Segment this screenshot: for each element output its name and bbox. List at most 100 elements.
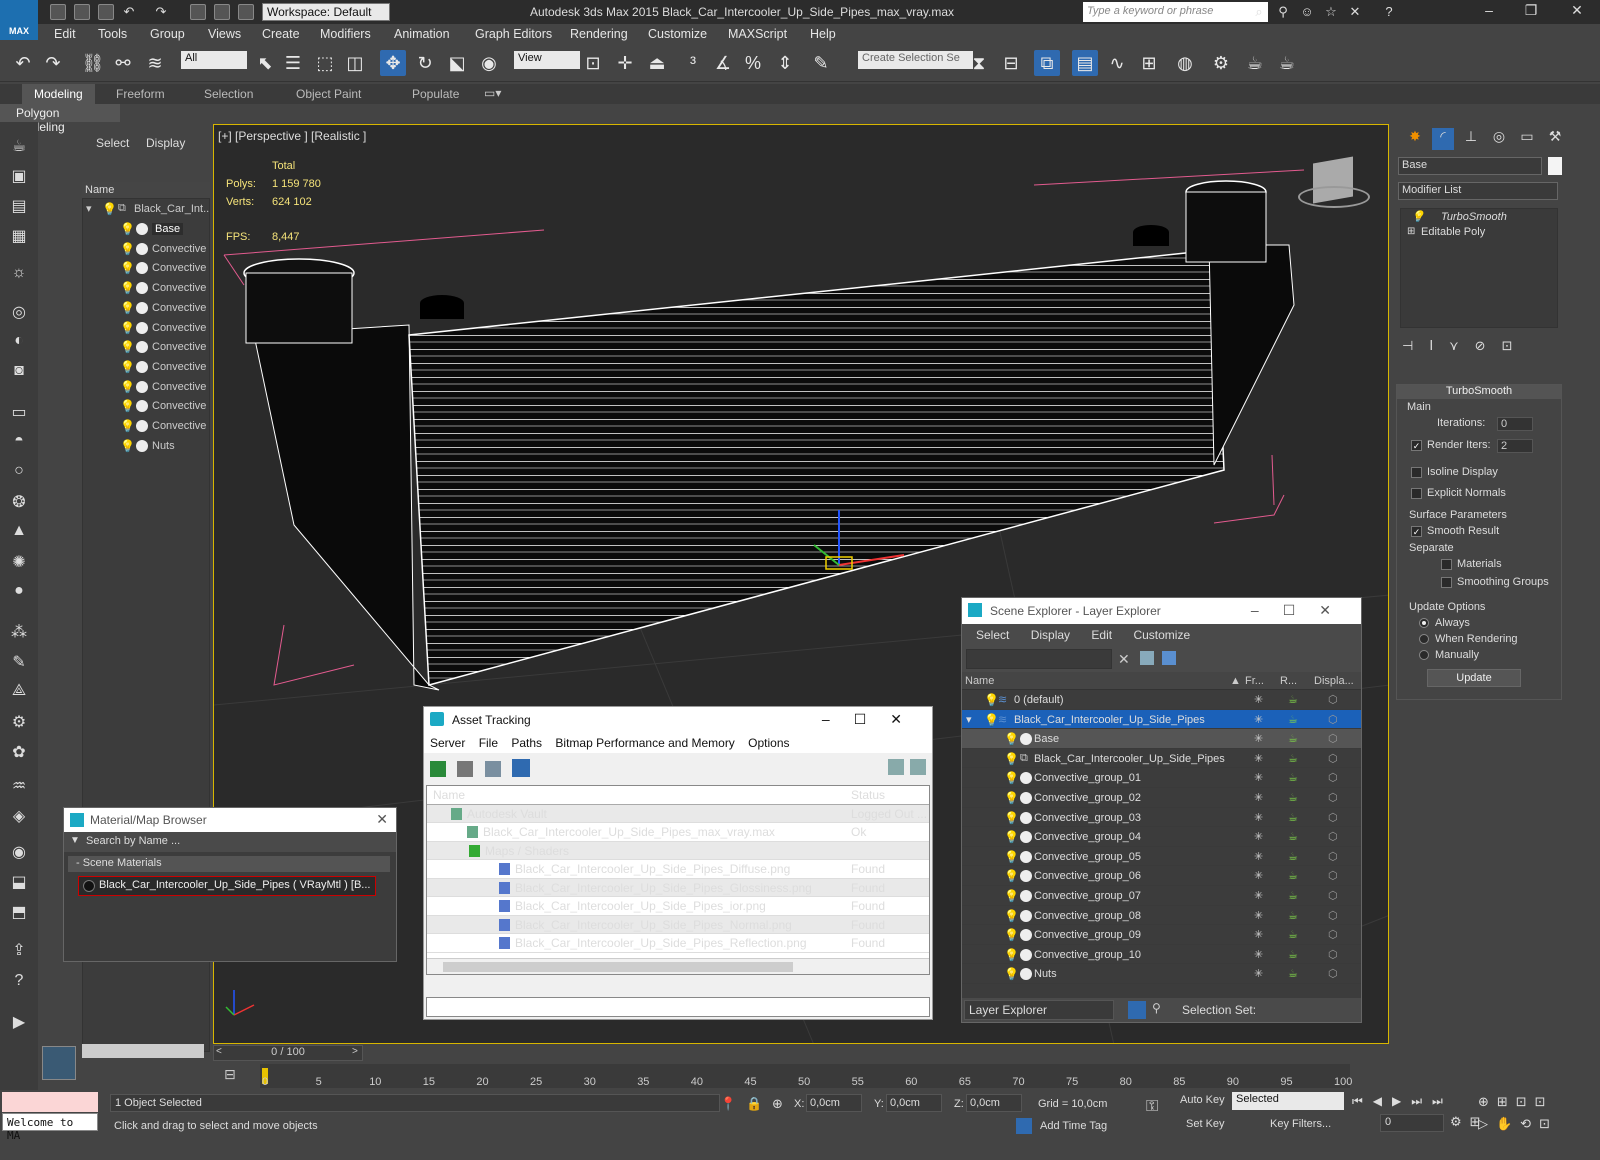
light-bulb-icon[interactable]: 💡 [120, 340, 135, 354]
display-box-icon[interactable]: ⬡ [1328, 830, 1338, 843]
light-bulb-icon[interactable]: 💡 [1004, 791, 1019, 805]
film-icon[interactable]: ◙ [8, 362, 30, 384]
col-freeze[interactable]: Fr... [1245, 675, 1264, 687]
cone-icon[interactable]: ▲ [8, 522, 30, 544]
freeze-snowflake-icon[interactable]: ✳ [1254, 948, 1263, 961]
freeze-snowflake-icon[interactable]: ✳ [1254, 850, 1263, 863]
schematic-view-icon[interactable]: ⊞ [1136, 50, 1162, 76]
render-iters-spinner[interactable]: 2 [1497, 439, 1533, 453]
manipulate-icon[interactable]: ✛ [612, 50, 638, 76]
geosphere-icon[interactable]: ❂ [8, 492, 30, 514]
key-filters-button[interactable]: Key Filters... [1270, 1118, 1331, 1130]
display-box-icon[interactable]: ⬡ [1328, 889, 1338, 902]
absolute-mode-icon[interactable]: ⊕ [772, 1096, 783, 1112]
rendered-frame-icon[interactable]: ☕ [1242, 50, 1268, 76]
freeze-snowflake-icon[interactable]: ✳ [1254, 771, 1263, 784]
menu-create[interactable]: Create [262, 27, 300, 41]
list-view-icon[interactable] [457, 761, 474, 777]
menu-bitmap-performance[interactable]: Bitmap Performance and Memory [555, 736, 734, 750]
light-bulb-icon[interactable]: 💡 [1004, 811, 1019, 825]
menu-group[interactable]: Group [150, 27, 185, 41]
undo-icon[interactable]: ↶ [120, 4, 138, 20]
table-row[interactable]: 💡 Convective_group_05 ✳ ☕ ⬡ [962, 847, 1361, 867]
blue-sphere-icon[interactable]: ◉ [8, 842, 30, 864]
freeze-snowflake-icon[interactable]: ✳ [1254, 928, 1263, 941]
table-row[interactable]: Black_Car_Intercooler_Up_Side_Pipes_ior.… [427, 897, 929, 916]
sun-icon[interactable]: ✺ [8, 552, 30, 574]
clear-search-icon[interactable]: ✕ [1118, 651, 1130, 668]
rollout-title[interactable]: TurboSmooth [1397, 385, 1561, 399]
menu-edit[interactable]: Edit [54, 27, 76, 41]
light-bulb-icon[interactable]: 💡 [120, 261, 135, 275]
freeze-snowflake-icon[interactable]: ✳ [1254, 967, 1263, 980]
tab-modeling[interactable]: Modeling [22, 84, 95, 104]
maxscript-mini-listener[interactable]: Welcome to MA [2, 1113, 98, 1142]
light-bulb-icon[interactable]: 💡 [120, 419, 135, 433]
settings-icon[interactable] [910, 759, 926, 775]
angle-snap-icon[interactable]: ∡ [710, 50, 736, 76]
menu-rendering[interactable]: Rendering [570, 27, 628, 41]
search-binoculars-icon[interactable]: ⌕ [1250, 4, 1268, 20]
col-status[interactable]: Status [851, 788, 885, 802]
dome-icon[interactable]: ◓ [8, 432, 30, 454]
polygon-modeling-panel[interactable]: Polygon Modeling [0, 104, 120, 134]
menu-help[interactable]: Help [810, 27, 836, 41]
rect-selection-icon[interactable]: ⬚ [312, 50, 338, 76]
light-bulb-icon[interactable]: 💡 [1004, 928, 1019, 942]
manually-radio[interactable] [1419, 650, 1429, 660]
light-bulb-icon[interactable]: 💡 [120, 301, 135, 315]
keyboard-shortcut-icon[interactable]: ⏏ [644, 50, 670, 76]
lock-selection-icon[interactable]: 🔒 [746, 1096, 762, 1112]
menu-tools[interactable]: Tools [98, 27, 127, 41]
table-row[interactable]: Black_Car_Intercooler_Up_Side_Pipes_Refl… [427, 934, 929, 953]
isoline-checkbox[interactable] [1411, 467, 1422, 478]
render-teapot-icon[interactable]: ☕ [1288, 811, 1298, 824]
display-box-icon[interactable]: ⬡ [1328, 693, 1338, 706]
auto-key-button[interactable]: Auto Key [1180, 1094, 1225, 1106]
list-item[interactable]: 💡 Convective [82, 397, 210, 416]
layers-icon[interactable] [1128, 1001, 1146, 1019]
select-rotate-icon[interactable]: ↻ [412, 50, 438, 76]
table-row[interactable]: 💡 Convective_group_07 ✳ ☕ ⬡ [962, 886, 1361, 906]
viewport-layout-icon[interactable] [42, 1046, 76, 1080]
menu-edit[interactable]: Edit [1091, 628, 1112, 642]
redo-icon[interactable]: ↷ [40, 50, 66, 76]
maxscript-mini-listener-red[interactable] [2, 1092, 98, 1112]
exchange-icon[interactable]: ✕ [1346, 4, 1364, 20]
list-item[interactable]: ▾ 💡 ⧉ Black_Car_Int... [82, 200, 210, 219]
left-explorer-scrollbar[interactable] [82, 1044, 204, 1058]
smoothing-groups-checkbox[interactable] [1441, 577, 1452, 588]
current-frame-field[interactable]: 0 [1380, 1114, 1444, 1132]
layer-row[interactable]: ▾ 💡 ≋ Black_Car_Intercooler_Up_Side_Pipes ✳ ☕… [962, 709, 1361, 730]
light-bulb-icon[interactable]: 💡 [120, 360, 135, 374]
menu-select[interactable]: Select [976, 628, 1009, 642]
light-bulb-icon[interactable]: 💡 [120, 399, 135, 413]
table-row[interactable]: 💡 Convective_group_02 ✳ ☕ ⬡ [962, 788, 1361, 808]
table-row[interactable]: 💡 Convective_group_03 ✳ ☕ ⬡ [962, 808, 1361, 828]
light-bulb-icon[interactable]: 💡 [1411, 210, 1425, 223]
render-teapot-icon[interactable]: ☕ [1288, 909, 1298, 922]
disc-icon[interactable]: ● [8, 582, 30, 604]
table-row[interactable]: Autodesk Vault Logged Out ... [427, 804, 929, 823]
reference-coord-dropdown[interactable]: View [514, 51, 580, 69]
list-item[interactable]: 💡 Convective [82, 319, 210, 338]
freeze-snowflake-icon[interactable]: ✳ [1254, 791, 1263, 804]
render-teapot-icon[interactable]: ☕ [1288, 850, 1298, 863]
collapse-icon[interactable]: ▾ [966, 713, 972, 726]
motion-tab-icon[interactable]: ◎ [1488, 128, 1510, 150]
list-item[interactable]: 💡 Nuts [82, 437, 210, 456]
pyramid-icon[interactable]: ⟁ [8, 682, 30, 704]
col-display[interactable]: Displa... [1314, 675, 1354, 687]
create-selection-set-input[interactable]: Create Selection Se [858, 51, 973, 69]
mini-curve-editor-icon[interactable]: ⊟ [224, 1066, 236, 1083]
select-object-icon[interactable]: ⬉ [252, 50, 278, 76]
col-name[interactable]: Name [965, 675, 994, 687]
scene-explorer-icon[interactable]: ▤ [1072, 50, 1098, 76]
gear-icon[interactable]: ⚙ [8, 712, 30, 734]
freeze-snowflake-icon[interactable]: ✳ [1254, 752, 1263, 765]
tab-object-paint[interactable]: Object Paint [288, 84, 369, 104]
curve-editor-icon[interactable]: ∿ [1104, 50, 1130, 76]
sheet-icon[interactable]: ▤ [8, 196, 30, 218]
light-bulb-icon[interactable]: 💡 [1004, 850, 1019, 864]
light-bulb-icon[interactable]: 💡 [984, 693, 999, 707]
